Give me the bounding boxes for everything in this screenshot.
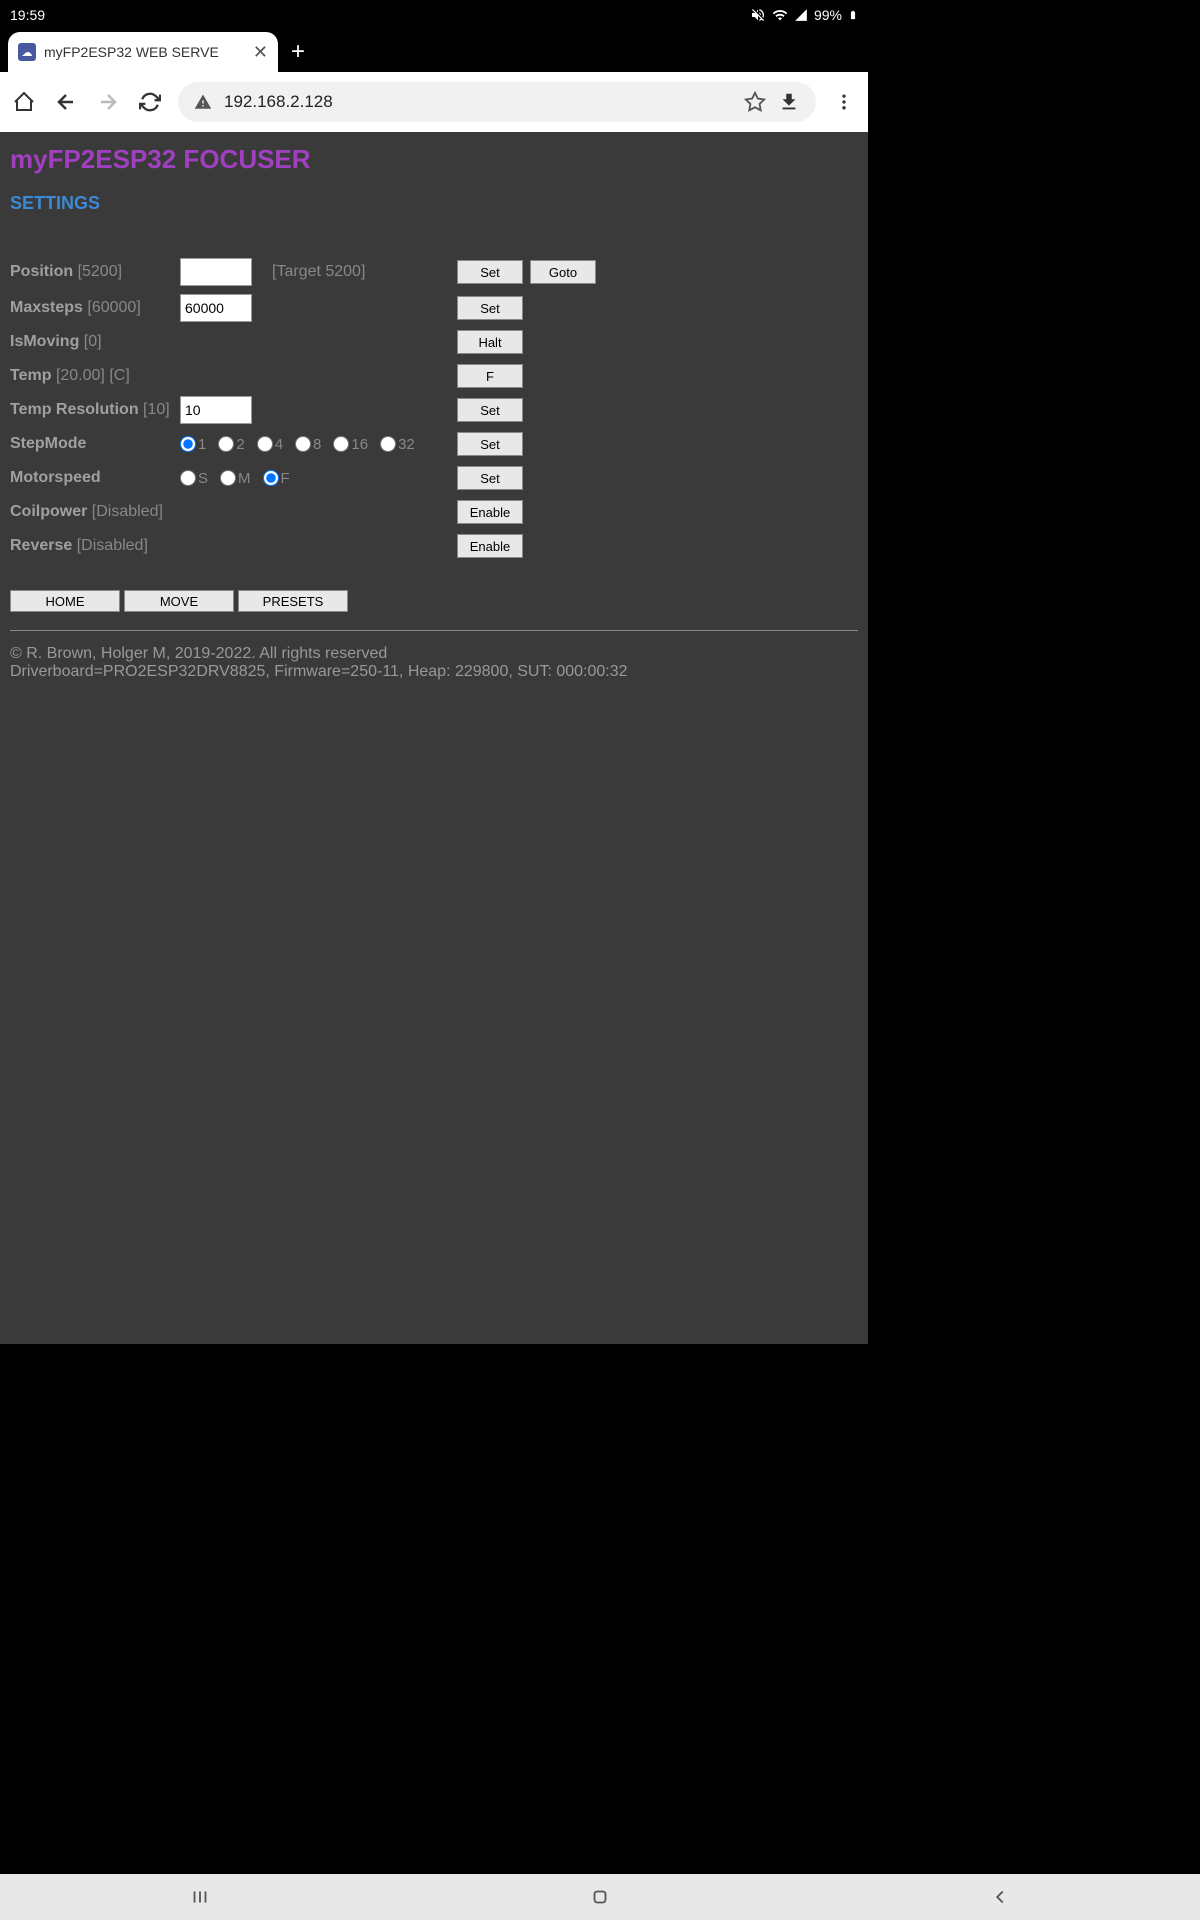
battery-icon: [848, 7, 858, 23]
star-icon[interactable]: [744, 91, 766, 113]
ismoving-row: IsMoving [0] Halt: [10, 326, 858, 358]
reload-icon[interactable]: [136, 88, 164, 116]
position-label: Position [5200]: [10, 263, 180, 281]
position-goto-button[interactable]: Goto: [530, 260, 596, 284]
maxsteps-input[interactable]: [180, 294, 252, 322]
motorspeed-label: Motorspeed: [10, 469, 180, 487]
close-icon[interactable]: ✕: [253, 42, 268, 63]
stepmode-label: StepMode: [10, 435, 180, 453]
page-title: myFP2ESP32 FOCUSER: [10, 144, 858, 175]
temp-row: Temp [20.00] [C] F: [10, 360, 858, 392]
stepmode-row: StepMode 1 2 4 8 16 32 Set: [10, 428, 858, 460]
stepmode-radio-4[interactable]: [257, 436, 273, 452]
recents-icon[interactable]: [189, 1886, 211, 1908]
stepmode-radio-1[interactable]: [180, 436, 196, 452]
page-content: myFP2ESP32 FOCUSER SETTINGS Position [52…: [0, 132, 868, 1344]
status-icons: 99%: [750, 7, 858, 23]
status-bar: 19:59 99%: [0, 0, 868, 30]
ismoving-label: IsMoving [0]: [10, 333, 180, 351]
coilpower-label: Coilpower [Disabled]: [10, 503, 180, 521]
browser-tab[interactable]: ☁ myFP2ESP32 WEB SERVE ✕: [8, 32, 278, 72]
status-time: 19:59: [10, 7, 45, 23]
presets-button[interactable]: PRESETS: [238, 590, 348, 612]
motorspeed-row: Motorspeed S M F Set: [10, 462, 858, 494]
back-icon[interactable]: [52, 88, 80, 116]
divider: [10, 630, 858, 631]
android-nav-bar: [0, 1874, 1200, 1920]
maxsteps-row: Maxsteps [60000] Set: [10, 292, 858, 324]
motorspeed-radio-f[interactable]: [263, 470, 279, 486]
signal-icon: [794, 8, 808, 22]
position-set-button[interactable]: Set: [457, 260, 523, 284]
new-tab-button[interactable]: +: [278, 32, 318, 72]
footer-buttons: HOME MOVE PRESETS: [10, 590, 858, 612]
url-field[interactable]: 192.168.2.128: [178, 82, 816, 122]
stepmode-radio-2[interactable]: [218, 436, 234, 452]
motorspeed-radio-group: S M F: [180, 470, 298, 487]
stepmode-radio-group: 1 2 4 8 16 32: [180, 436, 423, 453]
move-button[interactable]: MOVE: [124, 590, 234, 612]
reverse-row: Reverse [Disabled] Enable: [10, 530, 858, 562]
forward-icon[interactable]: [94, 88, 122, 116]
motorspeed-radio-s[interactable]: [180, 470, 196, 486]
stepmode-radio-16[interactable]: [333, 436, 349, 452]
tempres-input[interactable]: [180, 396, 252, 424]
temp-f-button[interactable]: F: [457, 364, 523, 388]
maxsteps-set-button[interactable]: Set: [457, 296, 523, 320]
position-row: Position [5200] [Target 5200] Set Goto: [10, 254, 858, 290]
reverse-label: Reverse [Disabled]: [10, 537, 180, 555]
tempres-set-button[interactable]: Set: [457, 398, 523, 422]
menu-icon[interactable]: [830, 88, 858, 116]
coilpower-enable-button[interactable]: Enable: [457, 500, 523, 524]
download-icon[interactable]: [778, 91, 800, 113]
url-bar: 192.168.2.128: [0, 72, 868, 132]
position-input[interactable]: [180, 258, 252, 286]
wifi-icon: [772, 7, 788, 23]
url-text: 192.168.2.128: [224, 92, 732, 112]
tab-favicon: ☁: [18, 43, 36, 61]
position-target: [Target 5200]: [272, 263, 365, 281]
copyright: © R. Brown, Holger M, 2019-2022. All rig…: [10, 645, 858, 663]
stepmode-radio-8[interactable]: [295, 436, 311, 452]
tab-title: myFP2ESP32 WEB SERVE: [44, 44, 245, 60]
motorspeed-set-button[interactable]: Set: [457, 466, 523, 490]
coilpower-row: Coilpower [Disabled] Enable: [10, 496, 858, 528]
mute-icon: [750, 7, 766, 23]
back-nav-icon[interactable]: [989, 1886, 1011, 1908]
warning-icon: [194, 93, 212, 111]
tab-bar: ☁ myFP2ESP32 WEB SERVE ✕ +: [0, 30, 868, 72]
battery-percent: 99%: [814, 7, 842, 23]
home-nav-icon[interactable]: [589, 1886, 611, 1908]
motorspeed-radio-m[interactable]: [220, 470, 236, 486]
reverse-enable-button[interactable]: Enable: [457, 534, 523, 558]
stepmode-radio-32[interactable]: [380, 436, 396, 452]
maxsteps-label: Maxsteps [60000]: [10, 299, 180, 317]
firmware-info: Driverboard=PRO2ESP32DRV8825, Firmware=2…: [10, 663, 858, 681]
stepmode-set-button[interactable]: Set: [457, 432, 523, 456]
halt-button[interactable]: Halt: [457, 330, 523, 354]
tempres-row: Temp Resolution [10] Set: [10, 394, 858, 426]
tempres-label: Temp Resolution [10]: [10, 401, 180, 419]
home-button[interactable]: HOME: [10, 590, 120, 612]
page-subtitle: SETTINGS: [10, 193, 858, 214]
temp-label: Temp [20.00] [C]: [10, 367, 180, 385]
home-icon[interactable]: [10, 88, 38, 116]
